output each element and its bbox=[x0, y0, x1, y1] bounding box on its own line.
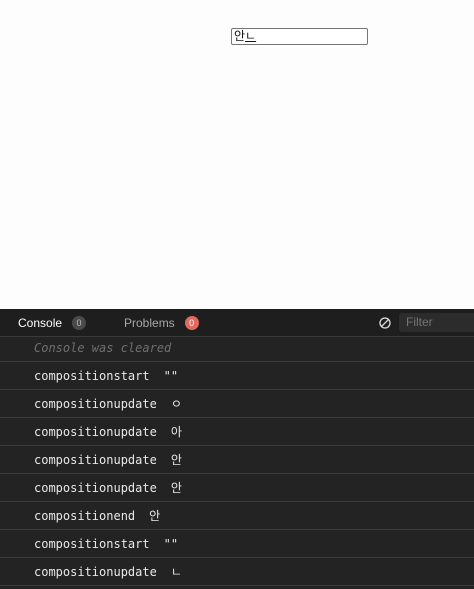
log-event: compositionupdate bbox=[34, 565, 157, 579]
input-composing-text: ㄴ bbox=[245, 29, 257, 43]
log-row: compositionupdate ㄴ bbox=[0, 558, 474, 586]
input-committed-text: 안 bbox=[234, 29, 246, 43]
log-event: compositionupdate bbox=[34, 453, 157, 467]
console-panel: Console 0 Problems 0 Console was cleared… bbox=[0, 309, 474, 589]
console-toolbar: Console 0 Problems 0 bbox=[0, 309, 474, 337]
clear-console-icon[interactable] bbox=[379, 317, 391, 329]
log-row: compositionupdate ㅇ bbox=[0, 390, 474, 418]
tab-problems-label: Problems bbox=[124, 315, 175, 330]
log-data: 안 bbox=[170, 453, 182, 467]
log-event: compositionend bbox=[34, 509, 136, 523]
console-count-badge: 0 bbox=[72, 315, 87, 330]
log-data: ㄴ bbox=[170, 565, 182, 579]
filter-input[interactable] bbox=[399, 313, 474, 332]
tab-console[interactable]: Console 0 bbox=[18, 309, 87, 336]
tab-console-label: Console bbox=[18, 315, 63, 330]
problems-count-badge: 0 bbox=[184, 315, 199, 330]
text-input[interactable]: 안ㄴ bbox=[231, 28, 368, 45]
console-cleared-message: Console was cleared bbox=[0, 337, 474, 362]
log-data: ㅇ bbox=[170, 397, 182, 411]
log-data: "" bbox=[163, 537, 179, 551]
log-row: compositionupdate 안 bbox=[0, 446, 474, 474]
log-event: compositionupdate bbox=[34, 481, 157, 495]
log-event: compositionupdate bbox=[34, 425, 157, 439]
log-event: compositionstart bbox=[34, 537, 150, 551]
log-data: "" bbox=[163, 369, 179, 383]
log-row: compositionend 안 bbox=[0, 502, 474, 530]
log-row: compositionupdate 안 bbox=[0, 474, 474, 502]
log-data: 안 bbox=[149, 509, 161, 523]
log-row: compositionupdate 아 bbox=[0, 418, 474, 446]
tab-problems[interactable]: Problems 0 bbox=[124, 309, 199, 336]
page-area: 안ㄴ bbox=[0, 0, 474, 309]
log-event: compositionstart bbox=[34, 369, 150, 383]
log-list: Console was cleared compositionstart "" c… bbox=[0, 337, 474, 586]
log-row: compositionstart "" bbox=[0, 362, 474, 390]
log-data: 아 bbox=[170, 425, 182, 439]
log-row: compositionstart "" bbox=[0, 530, 474, 558]
log-event: compositionupdate bbox=[34, 397, 157, 411]
log-data: 안 bbox=[170, 481, 182, 495]
